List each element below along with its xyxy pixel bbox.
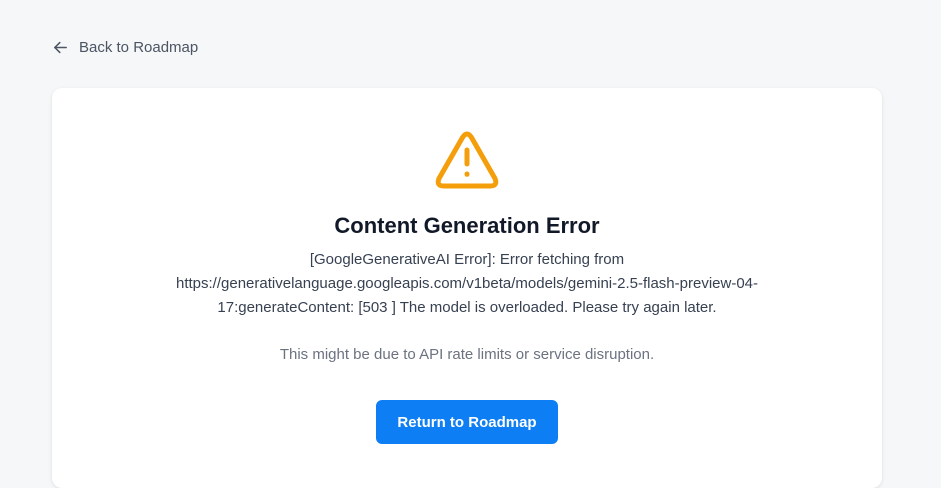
error-message: [GoogleGenerativeAI Error]: Error fetchi… <box>176 251 758 316</box>
return-to-roadmap-button[interactable]: Return to Roadmap <box>376 400 558 444</box>
back-to-roadmap-link[interactable]: Back to Roadmap <box>52 36 198 58</box>
error-card: Content Generation Error [GoogleGenerati… <box>52 88 882 488</box>
error-title: Content Generation Error <box>334 213 600 238</box>
back-link-label: Back to Roadmap <box>79 38 199 56</box>
arrow-left-icon <box>52 39 69 56</box>
error-hint: This might be due to API rate limits or … <box>279 346 655 363</box>
warning-triangle-icon <box>435 129 499 191</box>
